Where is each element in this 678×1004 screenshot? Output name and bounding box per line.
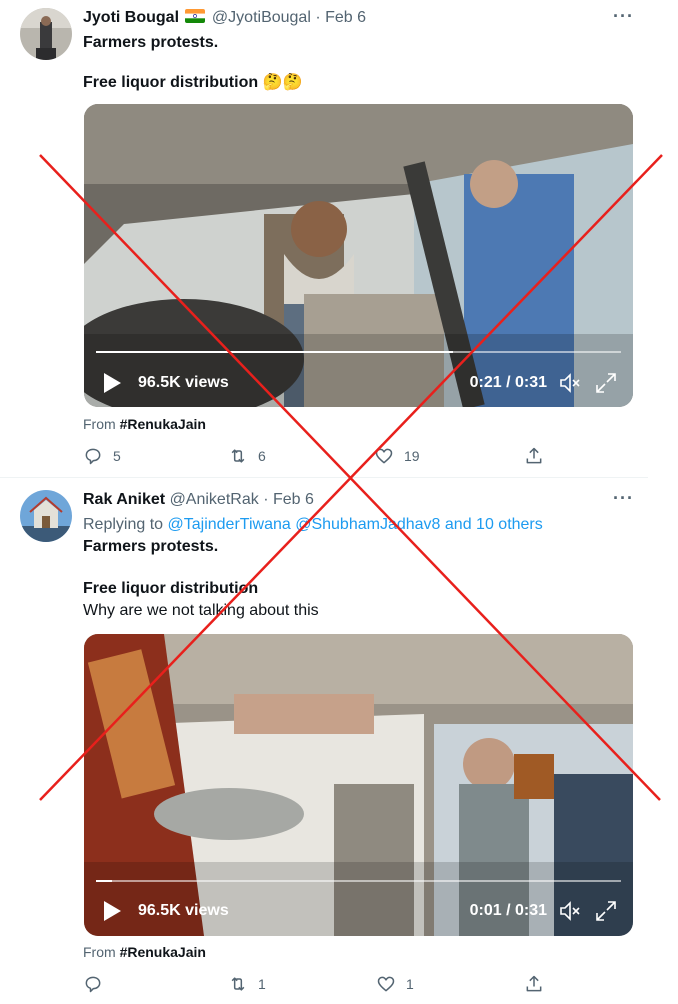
video-frame	[84, 634, 633, 936]
mute-icon[interactable]	[559, 372, 581, 394]
from-attribution: From #RenukaJain	[83, 944, 206, 960]
fullscreen-icon[interactable]	[595, 900, 617, 922]
video-player[interactable]: 96.5K views 0:21 / 0:31	[84, 104, 633, 407]
tweet-date[interactable]: Feb 6	[273, 491, 314, 508]
display-name[interactable]: Jyoti Bougal	[83, 9, 179, 26]
video-progress-fill	[96, 880, 112, 882]
retweet-button[interactable]: 6	[228, 446, 266, 466]
tweet-1[interactable]: Jyoti Bougal @JyotiBougal · Feb 6 ··· Fa…	[0, 0, 648, 478]
reply-user-link[interactable]: @ShubhamJadhav8	[295, 516, 440, 533]
tweet-text-line-2: Free liquor distribution	[83, 580, 259, 597]
fullscreen-icon[interactable]	[595, 372, 617, 394]
from-hashtag[interactable]: #RenukaJain	[120, 416, 206, 432]
from-label: From	[83, 944, 116, 960]
heart-icon	[377, 976, 395, 992]
more-options-icon[interactable]: ···	[613, 6, 634, 27]
video-progress-bar[interactable]	[96, 880, 621, 882]
reply-count: 5	[113, 448, 121, 464]
tweet-text-line-2: Free liquor distribution 🤔🤔	[83, 74, 303, 91]
share-icon	[526, 447, 542, 464]
play-icon[interactable]	[102, 372, 122, 394]
tweet-text-line-1: Farmers protests.	[83, 34, 219, 51]
video-frame	[84, 104, 633, 407]
india-flag-icon	[185, 9, 206, 23]
from-attribution: From #RenukaJain	[83, 416, 206, 432]
share-button[interactable]	[524, 446, 544, 466]
reply-button[interactable]	[83, 974, 113, 994]
reply-icon	[85, 448, 101, 465]
avatar[interactable]	[20, 490, 72, 542]
more-options-icon[interactable]: ···	[613, 488, 634, 509]
video-progress-fill	[96, 351, 453, 353]
retweet-icon	[231, 449, 245, 463]
view-count: 96.5K views	[138, 902, 229, 919]
display-name[interactable]: Rak Aniket	[83, 491, 165, 508]
retweet-button[interactable]: 1	[228, 974, 266, 994]
tweet-2[interactable]: Rak Aniket @AniketRak · Feb 6 ··· Replyi…	[0, 478, 648, 1004]
like-count: 1	[406, 976, 414, 992]
avatar[interactable]	[20, 8, 72, 60]
video-time: 0:01 / 0:31	[469, 902, 547, 919]
from-hashtag[interactable]: #RenukaJain	[120, 944, 206, 960]
reply-user-link[interactable]: @TajinderTiwana	[168, 516, 291, 533]
user-handle[interactable]: @JyotiBougal	[212, 9, 311, 26]
tweet-date[interactable]: Feb 6	[325, 9, 366, 26]
tweet-text-line-3: Why are we not talking about this	[83, 602, 319, 619]
heart-icon	[375, 448, 393, 464]
replying-to: Replying to @TajinderTiwana @ShubhamJadh…	[83, 514, 543, 535]
like-button[interactable]: 19	[374, 446, 420, 466]
reply-others-link[interactable]: and 10 others	[445, 516, 543, 533]
play-icon[interactable]	[102, 900, 122, 922]
share-icon	[526, 975, 542, 992]
video-player[interactable]: 96.5K views 0:01 / 0:31	[84, 634, 633, 936]
tweet-text-line-1: Farmers protests.	[83, 538, 219, 555]
video-time: 0:21 / 0:31	[469, 374, 547, 391]
mute-icon[interactable]	[559, 900, 581, 922]
separator-dot: ·	[315, 9, 321, 26]
retweet-count: 1	[258, 976, 266, 992]
user-handle[interactable]: @AniketRak	[170, 491, 259, 508]
video-progress-bar[interactable]	[96, 351, 621, 353]
replying-to-label: Replying to	[83, 516, 164, 533]
reply-icon	[85, 976, 101, 993]
separator-dot: ·	[263, 491, 269, 508]
retweet-icon	[231, 977, 245, 991]
view-count: 96.5K views	[138, 374, 229, 391]
share-button[interactable]	[524, 974, 544, 994]
reply-button[interactable]: 5	[83, 446, 121, 466]
like-button[interactable]: 1	[376, 974, 414, 994]
like-count: 19	[404, 448, 420, 464]
retweet-count: 6	[258, 448, 266, 464]
from-label: From	[83, 416, 116, 432]
